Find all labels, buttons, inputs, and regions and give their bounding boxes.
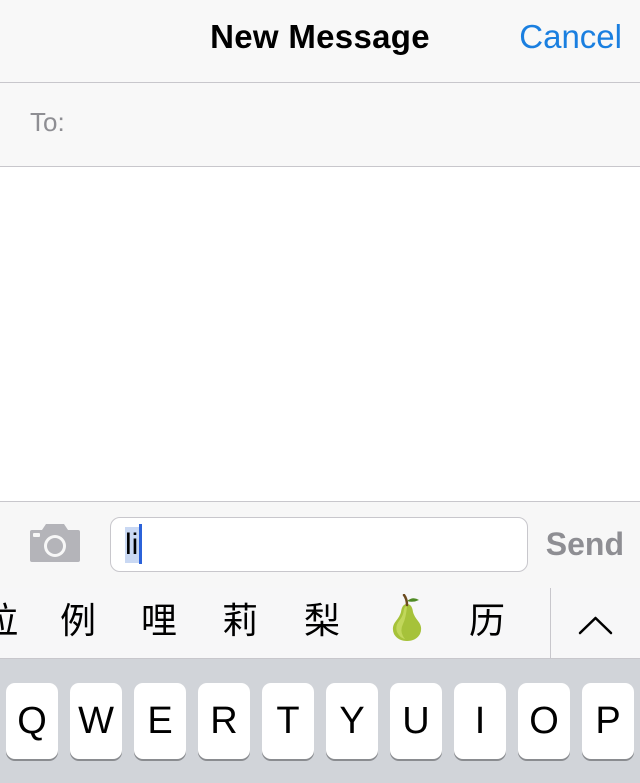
camera-button[interactable] (28, 522, 82, 564)
key-w[interactable]: W (70, 683, 122, 759)
text-caret (139, 524, 142, 564)
key-q[interactable]: Q (6, 683, 58, 759)
candidate-pear-emoji[interactable] (385, 593, 429, 653)
message-input[interactable]: li (110, 517, 528, 572)
pear-emoji-icon (392, 593, 422, 641)
candidate-item[interactable]: 梨 (304, 600, 340, 644)
camera-icon (30, 524, 80, 562)
key-p[interactable]: P (582, 683, 634, 759)
cancel-button[interactable]: Cancel (519, 18, 622, 56)
key-r[interactable]: R (198, 683, 250, 759)
candidate-item[interactable]: 哩 (141, 600, 177, 644)
key-o[interactable]: O (518, 683, 570, 759)
candidate-item[interactable]: 莉 (222, 600, 258, 644)
key-u[interactable]: U (390, 683, 442, 759)
to-label: To: (30, 107, 65, 137)
recipient-input[interactable] (80, 97, 624, 153)
key-y[interactable]: Y (326, 683, 378, 759)
ime-candidate-bar: 拉 例 哩 莉 梨 历 (0, 588, 640, 659)
message-compose-screen: New Message Cancel To: li Send 拉 例 哩 莉 梨 (0, 0, 640, 783)
message-input-text: li (125, 527, 140, 563)
chevron-up-icon (578, 616, 613, 635)
message-thread-area (0, 167, 640, 501)
send-button[interactable]: Send (546, 526, 624, 563)
key-i[interactable]: I (454, 683, 506, 759)
keyboard: Q W E R T Y U I O P (0, 659, 640, 783)
recipient-row: To: (0, 83, 640, 167)
candidate-item[interactable]: 拉 (0, 600, 18, 644)
candidate-item[interactable]: 例 (60, 600, 96, 644)
key-t[interactable]: T (262, 683, 314, 759)
expand-candidates-button[interactable] (551, 588, 640, 658)
candidate-item[interactable]: 历 (469, 600, 505, 644)
navigation-bar: New Message Cancel (0, 0, 640, 83)
compose-bar: li Send (0, 501, 640, 588)
key-e[interactable]: E (134, 683, 186, 759)
